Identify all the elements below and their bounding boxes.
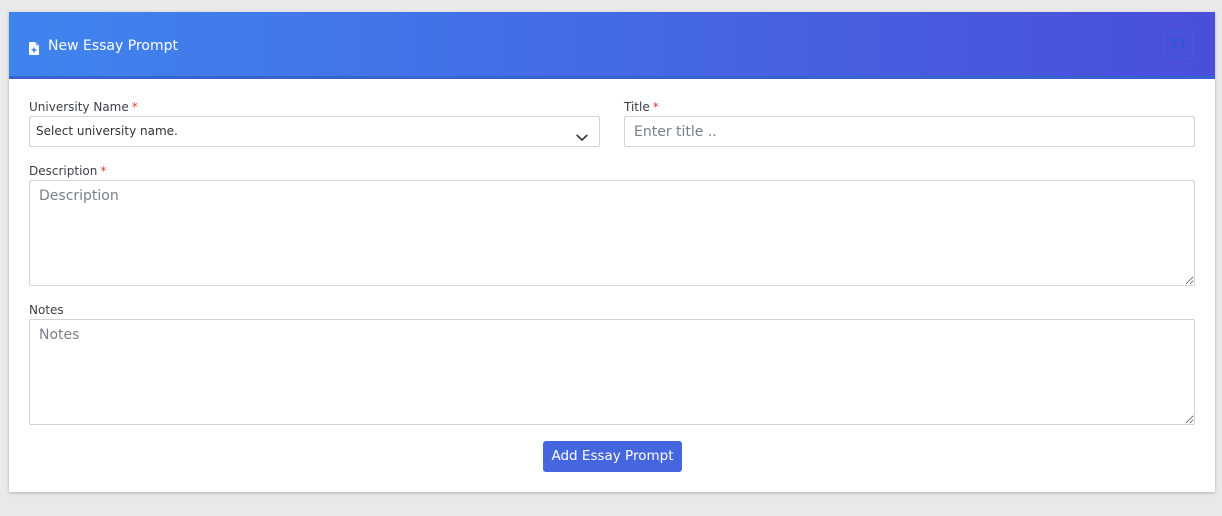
- description-label-text: Description: [29, 164, 98, 178]
- required-mark: *: [652, 100, 659, 114]
- university-name-label-text: University Name: [29, 100, 129, 114]
- card-header: New Essay Prompt: [9, 12, 1215, 79]
- essay-prompt-card: New Essay Prompt University Name * Select…: [9, 12, 1215, 492]
- reset-button[interactable]: [1163, 29, 1193, 59]
- notes-label: Notes: [29, 303, 64, 317]
- page-title: New Essay Prompt: [48, 38, 178, 54]
- university-name-label: University Name *: [29, 100, 138, 114]
- university-select-value: Select university name.: [36, 124, 178, 138]
- title-label-text: Title: [624, 100, 650, 114]
- required-mark: *: [131, 100, 138, 114]
- file-add-icon: [29, 40, 39, 55]
- chevron-down-icon: [576, 127, 588, 141]
- undo-icon: [1171, 35, 1185, 54]
- notes-textarea[interactable]: [29, 319, 1195, 425]
- description-textarea[interactable]: [29, 180, 1195, 286]
- notes-label-text: Notes: [29, 303, 64, 317]
- title-input[interactable]: [624, 116, 1195, 147]
- university-select[interactable]: Select university name.: [29, 116, 600, 147]
- description-label: Description *: [29, 164, 106, 178]
- title-label: Title *: [624, 100, 659, 114]
- required-mark: *: [100, 164, 107, 178]
- add-essay-prompt-button[interactable]: Add Essay Prompt: [543, 441, 682, 472]
